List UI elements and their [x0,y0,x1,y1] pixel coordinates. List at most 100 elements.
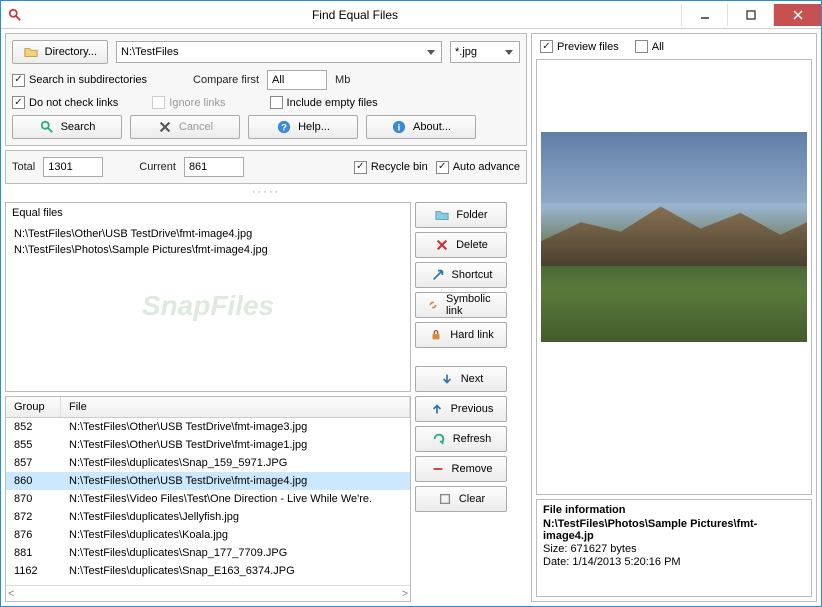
arrow-down-icon [439,371,455,387]
horizontal-scrollbar[interactable]: <> [6,585,410,601]
about-button[interactable]: i About... [366,115,476,139]
preview-image [541,132,807,342]
next-button[interactable]: Next [415,366,507,392]
refresh-button[interactable]: Refresh [415,426,507,452]
directory-value: N:\TestFiles [121,46,178,58]
dont-check-links-checkbox[interactable]: Do not check links [12,96,118,109]
file-info-date: Date: 1/14/2013 5:20:16 PM [543,556,805,568]
table-row[interactable]: 870N:\TestFiles\Video Files\Test\One Dir… [6,490,410,508]
cell-file: N:\TestFiles\duplicates\Jellyfish.jpg [61,510,410,524]
include-empty-label: Include empty files [287,97,378,109]
file-info-size: Size: 671627 bytes [543,543,805,555]
equal-files-item[interactable]: N:\TestFiles\Photos\Sample Pictures\fmt-… [14,242,402,258]
table-row[interactable]: 876N:\TestFiles\duplicates\Koala.jpg [6,526,410,544]
include-empty-checkbox[interactable]: Include empty files [270,96,378,109]
shortcut-button[interactable]: Shortcut [415,262,507,288]
cell-group: 881 [6,546,61,560]
cancel-button[interactable]: Cancel [130,115,240,139]
mb-label: Mb [335,74,350,86]
col-file[interactable]: File [61,397,410,417]
close-button[interactable] [773,4,821,26]
clear-button[interactable]: Clear [415,486,507,512]
search-button[interactable]: Search [12,115,122,139]
cell-group: 1162 [6,564,61,578]
delete-button[interactable]: Delete [415,232,507,258]
window-title: Find Equal Files [29,8,681,22]
table-row[interactable]: 1162N:\TestFiles\duplicates\Snap_E163_63… [6,562,410,580]
help-icon: ? [276,119,292,135]
preview-all-label: All [652,41,664,53]
cell-file: N:\TestFiles\duplicates\Snap_177_7709.JP… [61,546,410,560]
equal-files-list[interactable]: N:\TestFiles\Other\USB TestDrive\fmt-ima… [6,224,410,391]
compare-first-label: Compare first [193,74,259,86]
window-body: Directory... N:\TestFiles *.jpg Search i… [1,29,821,606]
equal-files-item[interactable]: N:\TestFiles\Other\USB TestDrive\fmt-ima… [14,226,402,242]
folder-button[interactable]: Folder [415,202,507,228]
col-group[interactable]: Group [6,397,61,417]
table-row[interactable]: 852N:\TestFiles\Other\USB TestDrive\fmt-… [6,418,410,436]
directory-button[interactable]: Directory... [12,40,108,64]
minimize-button[interactable] [681,4,727,26]
table-row[interactable]: 857N:\TestFiles\duplicates\Snap_159_5971… [6,454,410,472]
table-row[interactable]: 860N:\TestFiles\Other\USB TestDrive\fmt-… [6,472,410,490]
preview-box [536,59,812,495]
remove-button[interactable]: Remove [415,456,507,482]
cell-group: 852 [6,420,61,434]
link-icon [426,297,440,313]
svg-text:i: i [398,123,401,134]
hardlink-button[interactable]: Hard link [415,322,507,348]
previous-button[interactable]: Previous [415,396,507,422]
total-value[interactable] [43,157,103,177]
action-panel: Folder Delete Shortcut Symbolic link Har… [415,202,527,602]
table-row[interactable]: 855N:\TestFiles\Other\USB TestDrive\fmt-… [6,436,410,454]
filter-dropdown[interactable]: *.jpg [450,41,520,63]
right-side: Preview files All File information N:\Te… [531,33,817,602]
total-label: Total [12,161,35,173]
search-subdirs-label: Search in subdirectories [29,74,147,86]
preview-all-checkbox[interactable]: All [635,40,664,53]
cell-group: 872 [6,510,61,524]
current-value[interactable] [184,157,244,177]
minus-icon [430,461,446,477]
auto-advance-label: Auto advance [453,161,520,173]
cancel-button-label: Cancel [179,121,213,133]
window-controls [681,4,821,26]
cell-group: 870 [6,492,61,506]
symlink-button[interactable]: Symbolic link [415,292,507,318]
info-icon: i [391,119,407,135]
folder-icon [434,207,450,223]
preview-files-checkbox[interactable]: Preview files [540,40,619,53]
maximize-button[interactable] [727,4,773,26]
shortcut-icon [430,267,446,283]
auto-advance-checkbox[interactable]: Auto advance [436,161,520,174]
ignore-links-label: Ignore links [169,97,225,109]
filter-value: *.jpg [455,46,477,58]
directory-dropdown[interactable]: N:\TestFiles [116,41,442,63]
app-window: Find Equal Files Directory... N:\TestFil… [0,0,822,607]
cancel-icon [157,119,173,135]
ignore-links-checkbox: Ignore links [152,96,225,109]
equal-files-header: Equal files [6,203,410,224]
table-body[interactable]: 852N:\TestFiles\Other\USB TestDrive\fmt-… [6,418,410,585]
cell-file: N:\TestFiles\Other\USB TestDrive\fmt-ima… [61,438,410,452]
clear-icon [437,491,453,507]
compare-first-input[interactable] [267,70,327,90]
splitter-grip[interactable]: ····· [5,188,527,198]
svg-text:?: ? [281,123,287,134]
file-info-panel: File information N:\TestFiles\Photos\Sam… [536,499,812,597]
recycle-bin-checkbox[interactable]: Recycle bin [354,161,428,174]
results-table: Group File 852N:\TestFiles\Other\USB Tes… [5,396,411,602]
help-button[interactable]: ? Help... [248,115,358,139]
dont-check-links-label: Do not check links [29,97,118,109]
table-row[interactable]: 881N:\TestFiles\duplicates\Snap_177_7709… [6,544,410,562]
cell-group: 860 [6,474,61,488]
cell-file: N:\TestFiles\duplicates\Snap_E163_6374.J… [61,564,410,578]
search-subdirs-checkbox[interactable]: Search in subdirectories [12,74,147,87]
table-row[interactable]: 872N:\TestFiles\duplicates\Jellyfish.jpg [6,508,410,526]
current-label: Current [139,161,176,173]
refresh-icon [431,431,447,447]
search-options-panel: Directory... N:\TestFiles *.jpg Search i… [5,33,527,146]
search-icon [39,119,55,135]
preview-options: Preview files All [536,38,812,55]
delete-icon [434,237,450,253]
